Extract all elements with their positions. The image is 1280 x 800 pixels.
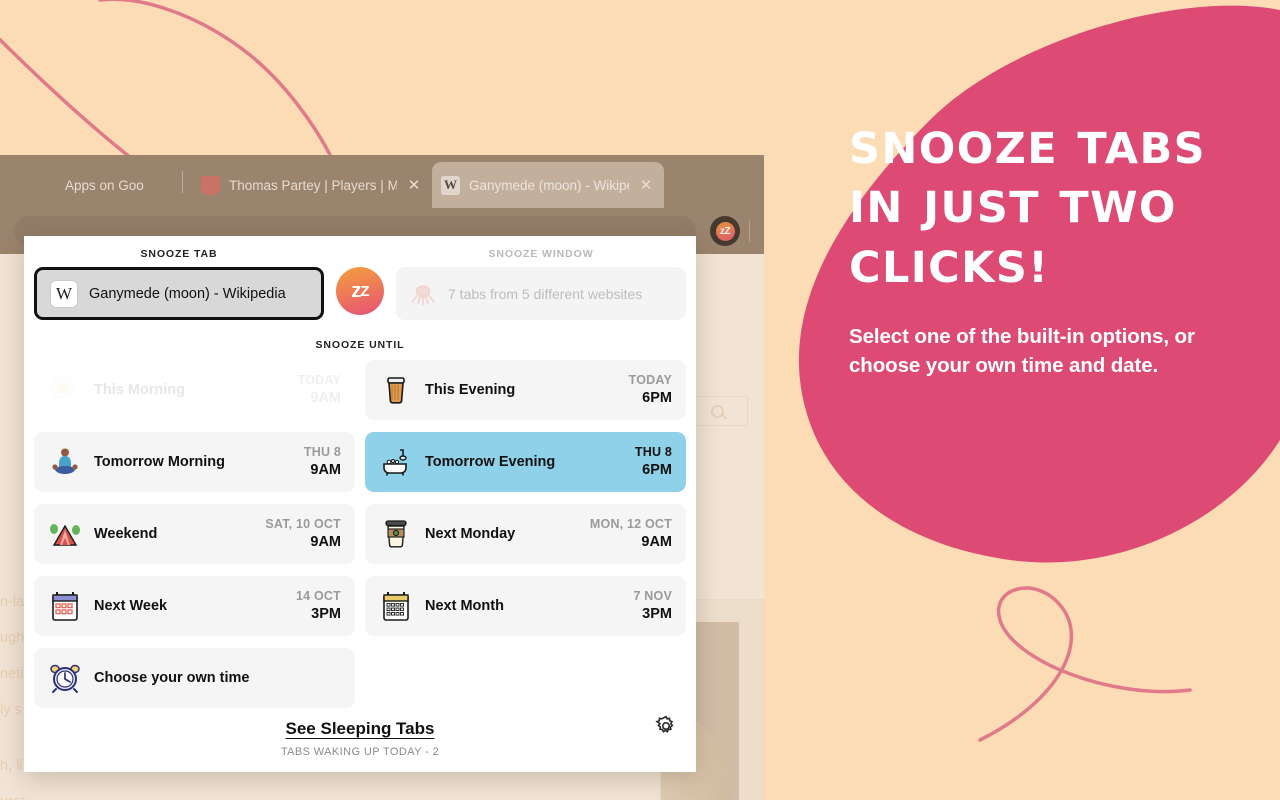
logo-letter-sup: Z [360,282,369,300]
calendar-month-icon [379,589,413,623]
snooze-option-time: 3PM [311,605,341,622]
snooze-option-date: THU 8 [634,445,672,460]
gear-icon[interactable] [654,714,678,738]
search-icon [710,404,724,418]
snooze-options-grid: This Morning TODAY 9AM This Evening TODA… [24,360,696,708]
snooze-option-tomorrow-morning[interactable]: Tomorrow Morning THU 8 9AM [34,432,355,492]
snooze-tab-card[interactable]: W Ganymede (moon) - Wikipedia [34,267,324,320]
snooze-zz-icon: zZ [715,221,735,241]
arsenal-favicon [201,175,220,195]
snooze-option-this-evening[interactable]: This Evening TODAY 6PM [365,360,686,420]
snooze-window-summary: 7 tabs from 5 different websites [448,285,643,302]
snooze-option-date: 7 NOV [633,589,672,604]
browser-tab-title: Apps on Goo [65,177,144,193]
fried-egg-icon [48,373,82,407]
snooze-option-date: TODAY [628,373,672,388]
snooze-option-label: This Morning [94,382,186,398]
snooze-option-when: 14 OCT 3PM [296,589,341,623]
snooze-option-when: THU 8 9AM [304,445,341,479]
snooze-option-weekend[interactable]: Weekend SAT, 10 OCT 9AM [34,504,355,564]
snooze-option-tomorrow-evening[interactable]: Tomorrow Evening THU 8 6PM [365,432,686,492]
promo-copy: Snooze Tabs in just two clicks! Select o… [849,120,1269,380]
promo-headline: Snooze Tabs in just two clicks! [849,124,1207,293]
promo-subtitle: Select one of the built-in options, or c… [849,324,1195,378]
snooze-popup-footer: See Sleeping Tabs TABS WAKING UP TODAY -… [24,719,696,758]
browser-tab-thomas-partey[interactable]: Thomas Partey | Players | M ✕ [192,162,432,208]
snooze-option-label: Choose your own time [94,670,250,686]
tabs-waking-up-status: TABS WAKING UP TODAY - 2 [280,746,440,758]
see-sleeping-tabs-link[interactable]: See Sleeping Tabs [286,719,435,739]
snooze-option-label: Next Month [425,598,504,614]
snooze-option-label: Next Week [94,598,168,614]
calendar-week-icon [48,589,82,623]
toolbar-separator [749,220,750,242]
close-icon[interactable]: ✕ [637,176,655,194]
coffee-cup-icon [379,517,413,551]
browser-tab-title: Thomas Partey | Players | M [229,177,397,193]
wikipedia-favicon: W [441,175,460,195]
snooze-option-date: SAT, 10 OCT [265,517,341,532]
snooze-option-time: 9AM [310,389,341,406]
octopus-icon [410,281,436,307]
snooze-option-label: Tomorrow Morning [94,454,226,470]
snooze-option-time: 9AM [641,533,672,550]
snooze-window-column: SNOOZE WINDOW 7 tabs from 5 different we… [396,248,686,320]
bathtub-icon [379,445,413,479]
snooze-tab-title: Ganymede (moon) - Wikipedia [89,285,286,302]
snooze-option-when: MON, 12 OCT 9AM [590,517,672,551]
close-icon[interactable]: ✕ [405,176,423,194]
snooze-option-when: SAT, 10 OCT 9AM [265,517,341,551]
meditation-icon [48,445,82,479]
snooze-option-this-morning: This Morning TODAY 9AM [34,360,355,420]
snooze-popup-header: SNOOZE TAB W Ganymede (moon) - Wikipedia… [24,236,696,320]
snooze-window-label: SNOOZE WINDOW [488,248,594,260]
snooze-window-card[interactable]: 7 tabs from 5 different websites [396,267,686,320]
tab-separator [182,171,183,193]
snooze-option-time: 9AM [310,461,341,478]
snooze-option-choose-your-own-time[interactable]: Choose your own time [34,648,355,708]
snooze-option-next-week[interactable]: Next Week 14 OCT 3PM [34,576,355,636]
browser-tab-ganymede[interactable]: W Ganymede (moon) - Wikipe ✕ [432,162,664,208]
browser-tab-title: Ganymede (moon) - Wikipe [469,177,629,193]
snooze-option-date: MON, 12 OCT [589,517,672,532]
snooze-option-label: Next Monday [425,526,516,542]
alarm-clock-icon [48,661,82,695]
snooze-option-time: 6PM [642,389,672,406]
beer-glass-icon [379,373,413,407]
snooze-zz-logo: zZ [336,267,384,315]
snooze-option-label: This Evening [425,382,516,398]
snooze-option-when: 7 NOV 3PM [633,589,672,623]
camping-tent-icon [48,517,82,551]
wiki-body-line: urat [0,784,70,800]
wikipedia-favicon: W [51,280,77,307]
grid-empty-cell [365,648,686,708]
snooze-option-date: TODAY [297,373,341,388]
browser-tabstrip: Apps on Goo Thomas Partey | Players | M … [0,155,764,208]
snooze-option-time: 6PM [642,461,672,478]
snooze-tab-column: SNOOZE TAB W Ganymede (moon) - Wikipedia [34,248,324,320]
snooze-option-next-monday[interactable]: Next Monday MON, 12 OCT 9AM [365,504,686,564]
snooze-popup: SNOOZE TAB W Ganymede (moon) - Wikipedia… [24,236,696,772]
snooze-option-time: 3PM [642,605,672,622]
snooze-option-when: TODAY 6PM [629,373,672,407]
snooze-option-when: THU 8 6PM [635,445,672,479]
snooze-option-next-month[interactable]: Next Month 7 NOV 3PM [365,576,686,636]
snooze-until-label: SNOOZE UNTIL [315,339,405,351]
snooze-option-when: TODAY 9AM [298,373,341,407]
logo-letter: z [351,279,361,302]
snooze-extension-button[interactable]: zZ [710,216,740,246]
snooze-option-time: 9AM [310,533,341,550]
browser-tab-apps[interactable]: Apps on Goo [56,162,176,208]
snooze-option-label: Weekend [94,526,158,542]
snooze-option-date: THU 8 [303,445,341,460]
snooze-option-label: Tomorrow Evening [425,454,556,470]
snooze-option-date: 14 OCT [296,589,341,604]
snooze-tab-label: SNOOZE TAB [140,248,218,260]
